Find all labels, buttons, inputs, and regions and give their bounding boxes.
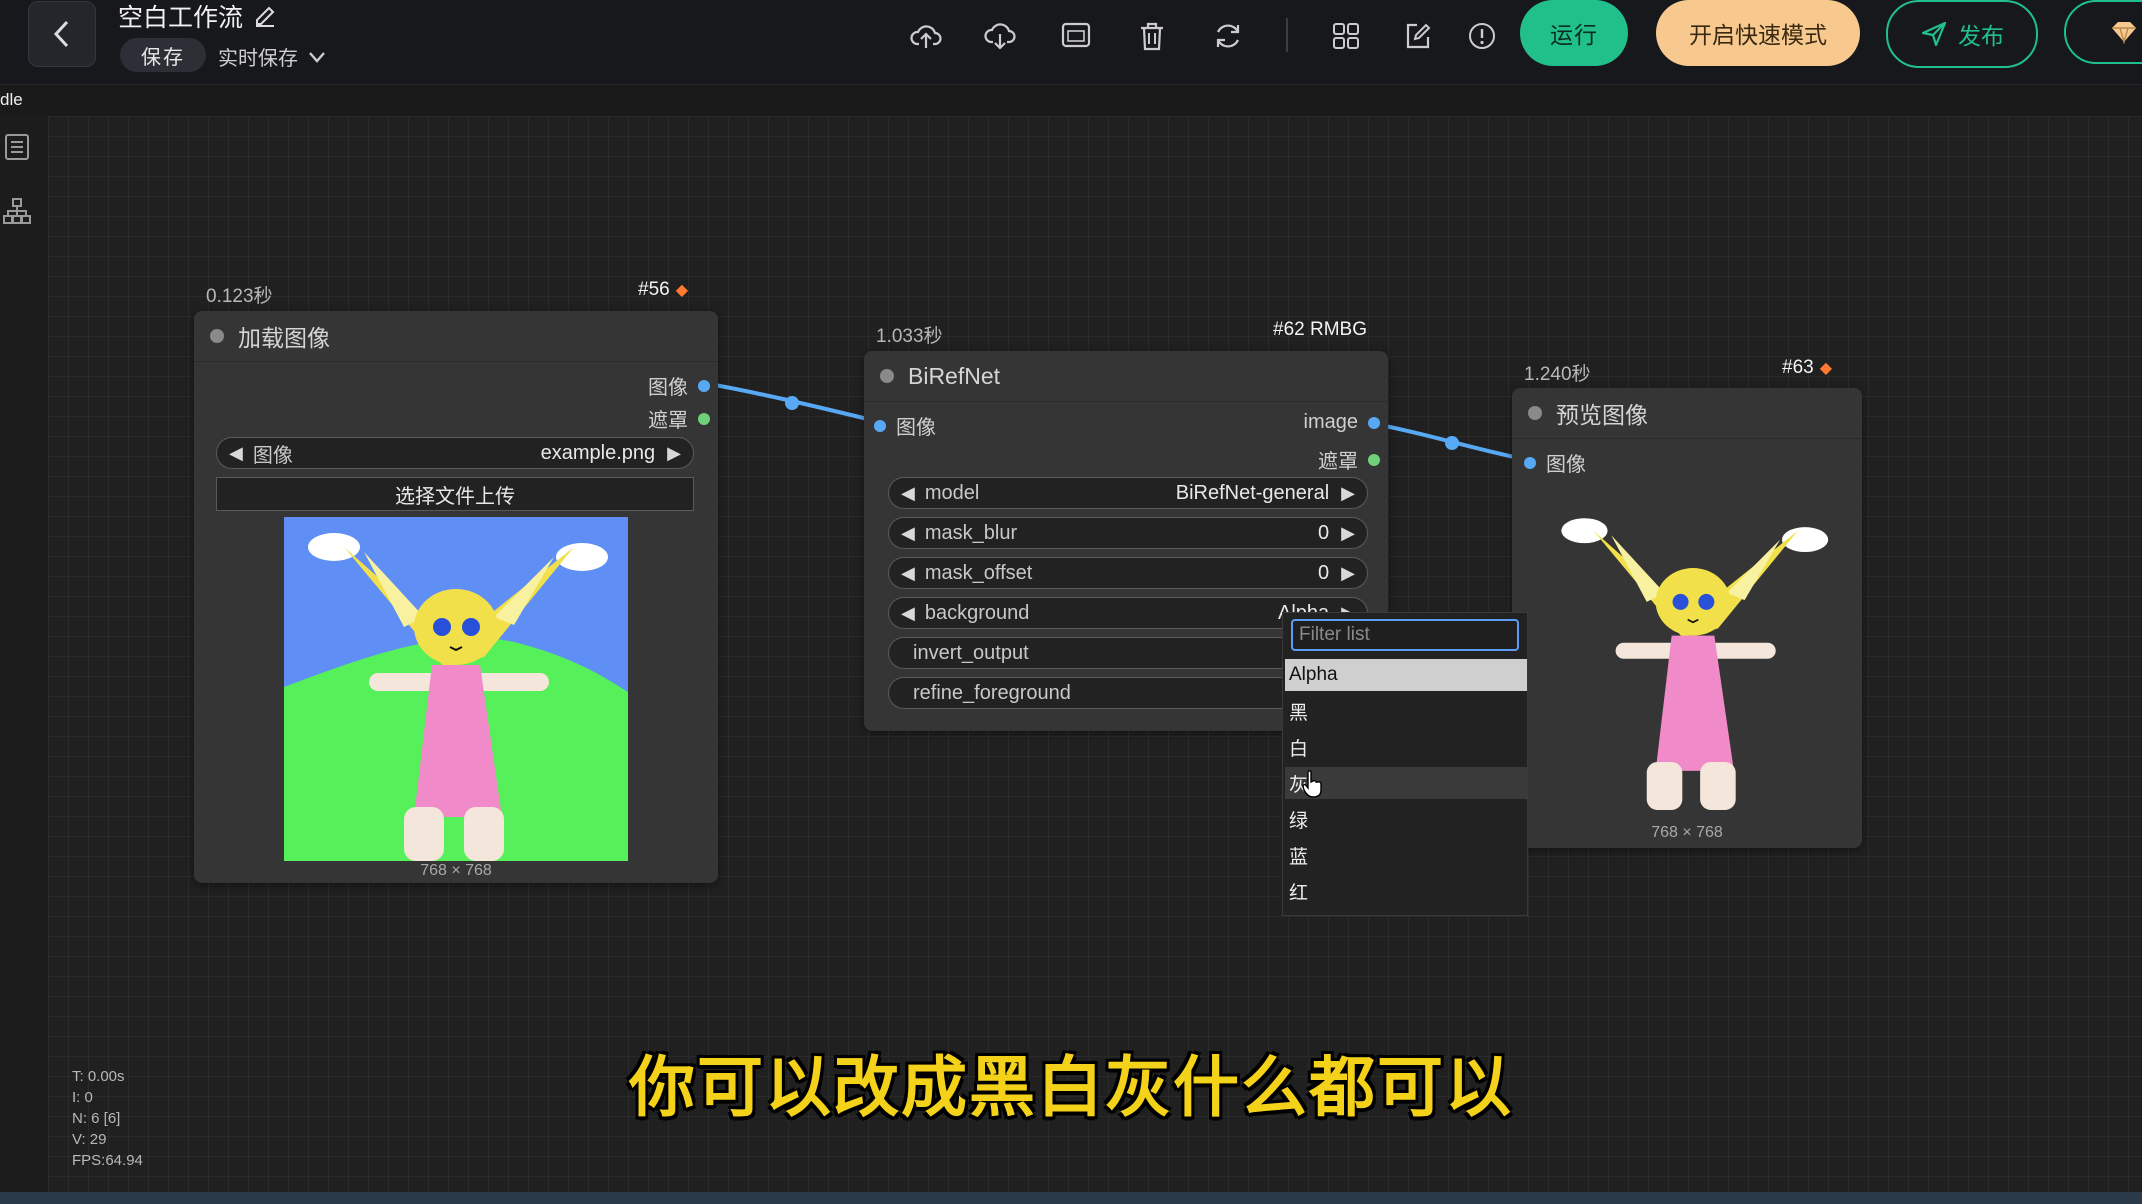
link-midpoint-dot — [1445, 436, 1459, 450]
node-exec-time: 1.033秒 — [876, 326, 943, 347]
node-id-text: #56 — [638, 279, 670, 300]
image-combo-widget[interactable]: ◀ 图像 example.png ▶ — [216, 437, 694, 469]
input-pin[interactable] — [874, 419, 886, 432]
node-title: 预览图像 — [1556, 402, 1648, 428]
video-subtitle: 你可以改成黑白灰什么都可以 — [629, 1049, 1513, 1126]
collapse-dot[interactable] — [1528, 406, 1542, 420]
output-image-preview — [1561, 518, 1829, 810]
slot-label: 图像 — [648, 377, 688, 399]
increment-arrow-icon[interactable]: ▶ — [1341, 483, 1355, 504]
widget-label: mask_offset — [924, 561, 1033, 584]
widget-label: refine_foreground — [913, 681, 1071, 704]
mask-offset-number-widget[interactable]: ◀ mask_offset 0 ▶ — [888, 557, 1368, 589]
input-pin[interactable] — [1524, 456, 1536, 469]
slot-label: 遮罩 — [1318, 451, 1358, 473]
collapse-dot[interactable] — [210, 329, 224, 343]
output-pin[interactable] — [698, 379, 710, 392]
input-image-preview — [284, 517, 628, 861]
model-combo-widget[interactable]: ◀ model BiRefNet-general ▶ — [888, 477, 1368, 509]
mask-blur-number-widget[interactable]: ◀ mask_blur 0 ▶ — [888, 517, 1368, 549]
fox-icon: ◆ — [675, 282, 689, 299]
node-id-label: #56 ◆ — [638, 279, 688, 301]
preview-image-node[interactable]: 预览图像 图像 768 × 768 — [1512, 388, 1862, 848]
widget-value: example.png — [540, 441, 656, 464]
background-options-dropdown: Alpha 黑 白 灰 绿 蓝 红 — [1282, 612, 1528, 916]
hand-cursor-icon — [1302, 770, 1322, 798]
cutout-figure — [1561, 518, 1829, 810]
load-image-node[interactable]: 加载图像 图像 遮罩 ◀ 图像 example.png ▶ 选择文件上传 768… — [194, 311, 718, 883]
output-pin[interactable] — [1368, 453, 1380, 466]
output-pin[interactable] — [1368, 416, 1380, 429]
widget-label: mask_blur — [924, 521, 1018, 544]
decrement-arrow-icon[interactable]: ◀ — [229, 443, 243, 464]
decrement-arrow-icon[interactable]: ◀ — [901, 523, 915, 544]
increment-arrow-icon[interactable]: ▶ — [667, 443, 681, 464]
node-header[interactable]: BiRefNet — [864, 351, 1388, 402]
image-dimensions: 768 × 768 — [1651, 824, 1723, 841]
dropdown-option-green[interactable]: 绿 — [1285, 803, 1527, 835]
widget-value: 0 — [1318, 561, 1330, 584]
node-title: 加载图像 — [238, 325, 330, 351]
widget-value: 0 — [1318, 521, 1330, 544]
decrement-arrow-icon[interactable]: ◀ — [901, 483, 915, 504]
slot-label: image — [1303, 411, 1358, 433]
widget-label: background — [924, 601, 1030, 624]
output-slot-mask[interactable]: 遮罩 — [648, 404, 710, 433]
stat-fps: FPS:64.94 — [72, 1152, 143, 1169]
decrement-arrow-icon[interactable]: ◀ — [901, 603, 915, 624]
filter-list-input[interactable] — [1291, 619, 1519, 651]
output-slot-mask[interactable]: 遮罩 — [1318, 445, 1380, 474]
input-slot-image[interactable]: 图像 — [1524, 448, 1586, 477]
output-pin[interactable] — [698, 412, 710, 425]
upload-file-button[interactable]: 选择文件上传 — [216, 477, 694, 511]
widget-value: BiRefNet-general — [1175, 481, 1330, 504]
node-id-text: #63 — [1782, 357, 1814, 378]
node-title: BiRefNet — [908, 362, 1001, 389]
node-exec-time: 0.123秒 — [206, 286, 273, 307]
output-slot-image[interactable]: image — [1304, 411, 1380, 434]
node-exec-time: 1.240秒 — [1524, 364, 1591, 385]
node-id-label: #62 RMBG — [1273, 319, 1367, 341]
node-id-label: #63 ◆ — [1782, 357, 1832, 379]
dropdown-option-alpha[interactable]: Alpha — [1285, 659, 1527, 691]
widget-label: invert_output — [913, 641, 1029, 664]
dropdown-option-white[interactable]: 白 — [1285, 731, 1527, 763]
dropdown-option-red[interactable]: 红 — [1285, 875, 1527, 907]
input-slot-image[interactable]: 图像 — [874, 411, 936, 440]
dropdown-option-blue[interactable]: 蓝 — [1285, 839, 1527, 871]
node-id-text: #62 RMBG — [1273, 319, 1367, 340]
slot-label: 遮罩 — [648, 410, 688, 432]
widget-label: model — [924, 481, 980, 504]
decrement-arrow-icon[interactable]: ◀ — [901, 563, 915, 584]
image-dimensions: 768 × 768 — [420, 862, 492, 879]
dropdown-option-black[interactable]: 黑 — [1285, 695, 1527, 727]
node-header[interactable]: 加载图像 — [194, 311, 718, 362]
taskbar-strip — [0, 1192, 2142, 1204]
increment-arrow-icon[interactable]: ▶ — [1341, 563, 1355, 584]
slot-label: 图像 — [896, 417, 936, 439]
slot-label: 图像 — [1546, 454, 1586, 476]
collapse-dot[interactable] — [880, 369, 894, 383]
stat-v: V: 29 — [72, 1131, 107, 1148]
node-header[interactable]: 预览图像 — [1512, 388, 1862, 439]
fox-icon: ◆ — [1819, 360, 1833, 377]
widget-label: 图像 — [252, 444, 293, 467]
increment-arrow-icon[interactable]: ▶ — [1341, 523, 1355, 544]
output-slot-image[interactable]: 图像 — [648, 371, 710, 400]
link-midpoint-dot — [785, 396, 799, 410]
